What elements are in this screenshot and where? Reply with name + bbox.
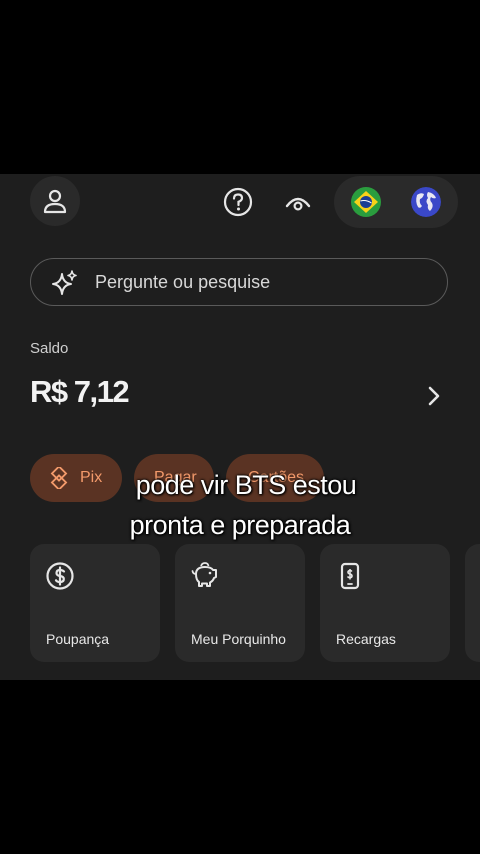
recargas-card[interactable]: Recargas [320,544,450,662]
next-card-partial[interactable] [465,544,480,662]
help-icon [223,187,253,217]
balance-label: Saldo [30,340,69,357]
profile-button[interactable] [30,176,80,226]
dollar-coin-icon [46,562,74,590]
meu-porquinho-label: Meu Porquinho [191,631,286,647]
user-icon [43,189,67,214]
brazil-flag-icon[interactable] [351,187,381,217]
balance-details-button[interactable] [418,380,450,412]
meu-porquinho-card[interactable]: Meu Porquinho [175,544,305,662]
help-button[interactable] [218,182,258,222]
poupanca-card[interactable]: Poupança [30,544,160,662]
toggle-visibility-button[interactable] [278,182,318,222]
globe-icon[interactable] [411,187,441,217]
piggy-bank-icon [191,562,217,587]
poupanca-label: Poupança [46,631,110,647]
overlay-caption-line1: pode vir BTS estou [135,470,357,500]
banking-app-screen: Saldo R$ 7,12 Pix Pagar Cartões Poupança [0,174,480,680]
overlay-caption-line2: pronta e preparada [129,510,351,540]
search-input[interactable] [93,259,427,306]
recargas-label: Recargas [336,631,396,647]
chevron-right-icon [428,386,440,406]
language-selector [334,176,458,228]
sparkle-icon [52,270,77,295]
balance-value: R$ 7,12 [30,374,130,409]
search-bar[interactable] [30,258,448,306]
eye-icon [285,197,311,211]
phone-icon [340,562,360,590]
